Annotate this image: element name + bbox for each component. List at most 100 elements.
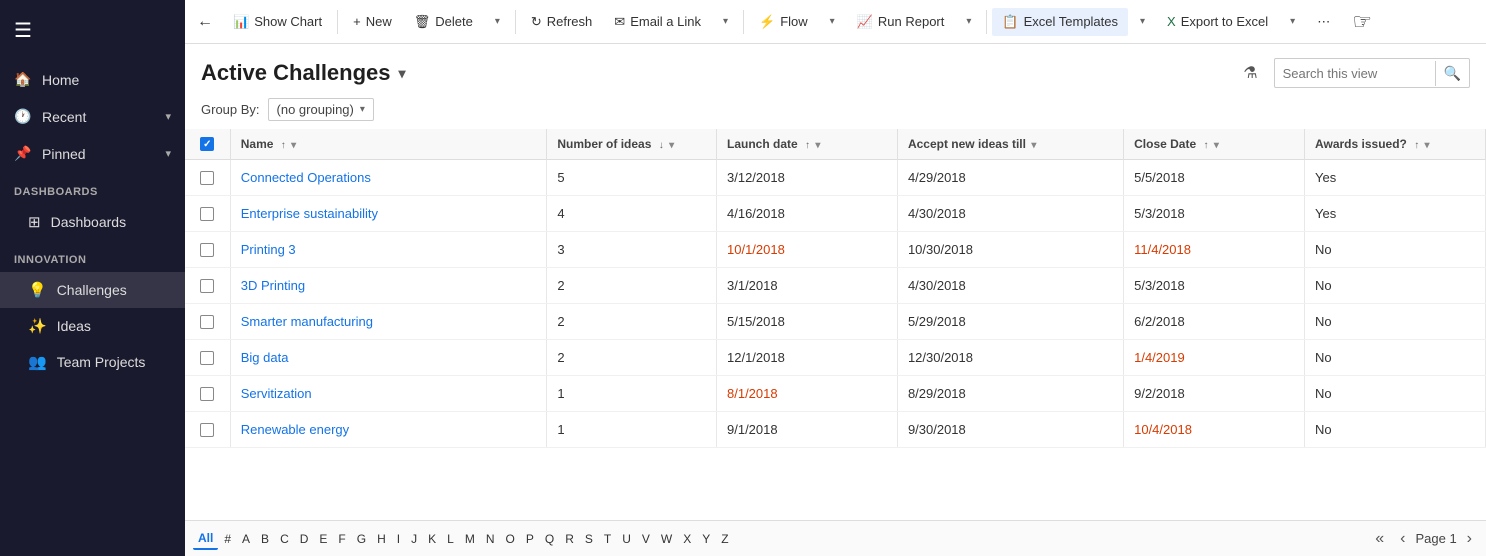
launch-filter-icon[interactable]: ▾ (815, 140, 820, 151)
delete-button[interactable]: 🗑 Delete (404, 8, 483, 36)
refresh-button[interactable]: ↻ Refresh (521, 8, 602, 36)
ideas-filter-icon[interactable]: ▾ (669, 140, 674, 151)
alpha-btn-c[interactable]: C (275, 529, 294, 549)
close-filter-icon[interactable]: ▾ (1214, 140, 1219, 151)
close-resize-handle[interactable] (1300, 129, 1304, 159)
row-name[interactable]: Smarter manufacturing (230, 304, 547, 340)
alpha-btn-b[interactable]: B (256, 529, 274, 549)
col-header-awards[interactable]: Awards issued? ↑ ▾ (1305, 129, 1486, 160)
alpha-btn-s[interactable]: S (580, 529, 598, 549)
row-checkbox[interactable] (200, 387, 214, 401)
alpha-btn-z[interactable]: Z (716, 529, 733, 549)
alpha-btn-all[interactable]: All (193, 528, 218, 550)
sidebar-item-dashboards[interactable]: ⊞ Dashboards (0, 204, 185, 240)
alpha-btn-a[interactable]: A (237, 529, 255, 549)
sidebar-item-recent[interactable]: 🕐 Recent ▾ (0, 98, 185, 135)
alpha-btn-p[interactable]: P (521, 529, 539, 549)
awards-resize-handle[interactable] (1481, 129, 1485, 159)
col-header-check[interactable]: ✓ (185, 129, 230, 160)
next-page-button[interactable]: › (1461, 528, 1478, 550)
sidebar-item-home[interactable]: 🏠 Home (0, 61, 185, 98)
new-button[interactable]: + New (343, 8, 402, 35)
excel-templates-chevron-icon: ▾ (1140, 16, 1145, 27)
alpha-btn-v[interactable]: V (637, 529, 655, 549)
run-report-chevron-button[interactable]: ▾ (956, 10, 981, 33)
alpha-btn-w[interactable]: W (656, 529, 677, 549)
filter-button[interactable]: ⚗ (1235, 59, 1265, 87)
row-name[interactable]: Printing 3 (230, 232, 547, 268)
search-button[interactable]: 🔍 (1435, 61, 1469, 86)
sidebar-item-challenges[interactable]: 💡 Challenges (0, 272, 185, 308)
flow-chevron-button[interactable]: ▾ (820, 10, 845, 33)
alpha-btn-k[interactable]: K (423, 529, 441, 549)
row-name[interactable]: Servitization (230, 376, 547, 412)
alpha-btn-x[interactable]: X (678, 529, 696, 549)
row-checkbox[interactable] (200, 171, 214, 185)
alpha-btn-u[interactable]: U (617, 529, 636, 549)
row-awards: No (1305, 412, 1486, 448)
alpha-btn-h[interactable]: H (372, 529, 391, 549)
row-name[interactable]: Renewable energy (230, 412, 547, 448)
excel-templates-button[interactable]: 📋 Excel Templates (992, 8, 1128, 36)
alpha-btn-d[interactable]: D (295, 529, 314, 549)
row-name[interactable]: Big data (230, 340, 547, 376)
row-checkbox[interactable] (200, 423, 214, 437)
row-checkbox[interactable] (200, 207, 214, 221)
flow-button[interactable]: ⚡ Flow (749, 8, 818, 36)
accept-resize-handle[interactable] (1119, 129, 1123, 159)
name-filter-icon[interactable]: ▾ (291, 140, 296, 151)
accept-filter-icon[interactable]: ▾ (1031, 140, 1036, 151)
alpha-btn-q[interactable]: Q (540, 529, 559, 549)
recent-chevron-icon: ▾ (165, 110, 171, 123)
row-checkbox[interactable] (200, 243, 214, 257)
col-header-ideas[interactable]: Number of ideas ↓ ▾ (547, 129, 717, 160)
row-checkbox[interactable] (200, 315, 214, 329)
alpha-btn-n[interactable]: N (481, 529, 500, 549)
alpha-btn-t[interactable]: T (599, 529, 616, 549)
sidebar-item-ideas[interactable]: ✨ Ideas (0, 308, 185, 344)
show-chart-button[interactable]: 📊 Show Chart (223, 8, 332, 36)
alpha-btn-o[interactable]: O (501, 529, 520, 549)
groupby-select[interactable]: (no grouping) ▾ (268, 98, 374, 121)
search-input[interactable] (1275, 62, 1435, 85)
awards-filter-icon[interactable]: ▾ (1425, 140, 1430, 151)
more-options-button[interactable]: ⋯ (1307, 8, 1340, 36)
prev-page-button[interactable]: ‹ (1394, 528, 1411, 550)
row-name[interactable]: 3D Printing (230, 268, 547, 304)
alpha-btn-m[interactable]: M (460, 529, 480, 549)
col-header-accept[interactable]: Accept new ideas till ▾ (897, 129, 1123, 160)
excel-templates-chevron-button[interactable]: ▾ (1130, 10, 1155, 33)
row-checkbox[interactable] (200, 279, 214, 293)
ideas-resize-handle[interactable] (712, 129, 716, 159)
export-excel-button[interactable]: X Export to Excel (1157, 8, 1278, 35)
col-header-launch[interactable]: Launch date ↑ ▾ (717, 129, 898, 160)
alpha-btn-l[interactable]: L (442, 529, 459, 549)
email-link-button[interactable]: ✉ Email a Link (604, 8, 711, 36)
email-chevron-button[interactable]: ▾ (713, 10, 738, 33)
select-all-checkbox[interactable]: ✓ (200, 137, 214, 151)
name-resize-handle[interactable] (542, 129, 546, 159)
alpha-btn-f[interactable]: F (333, 529, 350, 549)
alpha-btn-j[interactable]: J (406, 529, 422, 549)
row-checkbox[interactable] (200, 351, 214, 365)
col-header-close[interactable]: Close Date ↑ ▾ (1124, 129, 1305, 160)
sidebar-item-pinned[interactable]: 📌 Pinned ▾ (0, 135, 185, 172)
alpha-btn-e[interactable]: E (314, 529, 332, 549)
sidebar-item-team-projects[interactable]: 👥 Team Projects (0, 344, 185, 380)
alpha-btn-y[interactable]: Y (697, 529, 715, 549)
title-chevron-icon[interactable]: ▾ (399, 65, 406, 82)
run-report-button[interactable]: 📈 Run Report (847, 8, 955, 36)
hamburger-icon[interactable]: ☰ (0, 0, 185, 61)
first-page-button[interactable]: « (1369, 528, 1390, 550)
alpha-btn-#[interactable]: # (219, 529, 236, 549)
delete-chevron-button[interactable]: ▾ (485, 10, 510, 33)
export-chevron-button[interactable]: ▾ (1280, 10, 1305, 33)
alpha-btn-g[interactable]: G (352, 529, 371, 549)
row-name[interactable]: Enterprise sustainability (230, 196, 547, 232)
col-header-name[interactable]: Name ↑ ▾ (230, 129, 547, 160)
launch-resize-handle[interactable] (893, 129, 897, 159)
alpha-btn-i[interactable]: I (392, 529, 405, 549)
row-name[interactable]: Connected Operations (230, 160, 547, 196)
alpha-btn-r[interactable]: R (560, 529, 579, 549)
back-button[interactable]: ← (189, 6, 221, 38)
